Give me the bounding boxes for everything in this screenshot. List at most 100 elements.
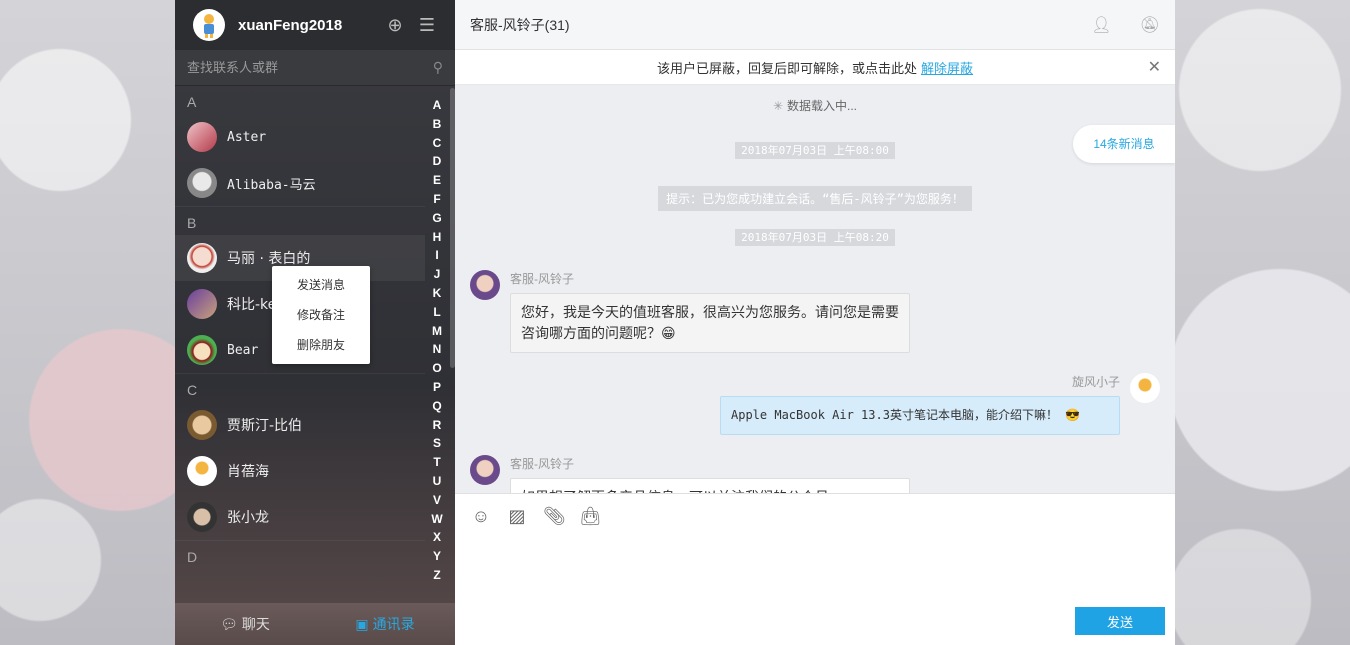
alphabet-letter-w[interactable]: W [431, 510, 442, 529]
alphabet-letter-q[interactable]: Q [432, 397, 441, 416]
contact-avatar [187, 456, 217, 486]
alphabet-letter-b[interactable]: B [433, 115, 442, 134]
send-button[interactable]: 发送 [1075, 607, 1165, 635]
attachment-icon[interactable]: 📎︎ [543, 506, 566, 527]
alphabet-letter-n[interactable]: N [433, 340, 442, 359]
message-bubble[interactable]: Apple MacBook Air 13.3英寸笔记本电脑，能介绍下嘛！ 😎 [720, 396, 1120, 435]
alphabet-letter-j[interactable]: J [434, 265, 441, 284]
alphabet-letter-z[interactable]: Z [433, 566, 440, 585]
alphabet-letter-s[interactable]: S [433, 434, 441, 453]
chat-panel: 客服-风铃子(31) 👤︎ 🔕︎ 该用户已屏蔽，回复后即可解除，或点击此处 解除… [455, 0, 1175, 645]
contact-name: Bear [227, 342, 259, 358]
menu-item-send-message[interactable]: 发送消息 [272, 270, 370, 300]
contact-avatar [187, 410, 217, 440]
sidebar-footer: 💬︎ 聊天 ▣ 通讯录 [175, 603, 455, 645]
alphabet-letter-d[interactable]: D [433, 152, 442, 171]
chat-header: 客服-风铃子(31) 👤︎ 🔕︎ [455, 0, 1175, 50]
alphabet-letter-x[interactable]: X [433, 528, 441, 547]
contact-name: 科比-ke [227, 297, 277, 313]
image-icon[interactable]: ▨ [507, 506, 527, 527]
contact-item[interactable]: Aster [175, 114, 425, 160]
message-bubble[interactable]: 如果想了解更多产品信息，可以关注我们的公众号 [510, 478, 910, 493]
alphabet-letter-u[interactable]: U [433, 472, 442, 491]
contact-name: Aster [227, 129, 267, 145]
alphabet-letter-c[interactable]: C [433, 134, 442, 153]
tab-chat[interactable]: 💬︎ 聊天 [175, 603, 315, 645]
group-letter-b: B [187, 215, 197, 231]
agent-avatar[interactable] [470, 455, 500, 485]
alphabet-letter-v[interactable]: V [433, 491, 441, 510]
alphabet-letter-a[interactable]: A [433, 96, 442, 115]
my-avatar[interactable] [1130, 373, 1160, 403]
sender-name: 客服-风铃子 [510, 272, 574, 286]
alphabet-letter-p[interactable]: P [433, 378, 441, 397]
alphabet-letter-h[interactable]: H [433, 228, 442, 247]
tab-contacts[interactable]: ▣ 通讯录 [315, 603, 455, 645]
group-letter-a: A [187, 94, 197, 110]
add-user-icon[interactable]: 👤︎ [1091, 15, 1111, 35]
agent-avatar[interactable] [470, 270, 500, 300]
alphabet-letter-i[interactable]: I [435, 246, 438, 265]
alphabet-letter-l[interactable]: L [433, 303, 440, 322]
notice-text: 该用户已屏蔽，回复后即可解除，或点击此处 [656, 60, 917, 76]
alphabet-letter-f[interactable]: F [433, 190, 440, 209]
contact-name: 肖蓓海 [227, 464, 269, 480]
alphabet-letter-y[interactable]: Y [433, 547, 441, 566]
contact-name: 马丽 · 表白的 [227, 251, 311, 267]
blocked-notice: 该用户已屏蔽，回复后即可解除，或点击此处 解除屏蔽 ✕ [455, 50, 1175, 85]
timestamp-text: 2018年07月03日 上午08:00 [735, 142, 895, 159]
system-tip: 提示：已为您成功建立会话。“售后-风铃子”为您服务！ [455, 186, 1175, 211]
contact-item[interactable]: Alibaba-马云 [175, 160, 425, 206]
alphabet-letter-e[interactable]: E [433, 171, 441, 190]
username: xuanFeng2018 [238, 16, 343, 34]
alphabet-letter-t[interactable]: T [433, 453, 440, 472]
new-messages-button[interactable]: 14条新消息 [1073, 125, 1175, 163]
unblock-link[interactable]: 解除屏蔽 [921, 58, 973, 77]
emoji-icon[interactable]: ☺ [471, 506, 491, 527]
search-bar: ⚲ [175, 50, 455, 86]
alphabet-letter-m[interactable]: M [432, 322, 442, 341]
sender-name: 客服-风铃子 [510, 457, 574, 471]
alphabet-letter-k[interactable]: K [433, 284, 442, 303]
composer: ☺ ▨ 📎︎ 👜︎ 发送 [455, 493, 1175, 645]
list-icon[interactable]: ☰ [417, 15, 437, 36]
message-incoming: 客服-风铃子 您好，我是今天的值班客服，很高兴为您服务。请问您是需要咨询哪方面的… [470, 270, 910, 353]
user-avatar[interactable] [193, 9, 225, 41]
system-tip-text: 提示：已为您成功建立会话。“售后-风铃子”为您服务！ [658, 186, 972, 211]
mute-bell-icon[interactable]: 🔕︎ [1140, 15, 1160, 35]
contact-name: 张小龙 [227, 510, 269, 526]
timestamp: 2018年07月03日 上午08:00 [455, 142, 1175, 159]
tab-chat-label: 聊天 [241, 616, 270, 632]
plus-circle-icon[interactable]: ⊕ [385, 15, 405, 36]
contact-item[interactable]: 肖蓓海 [175, 448, 425, 494]
message-bubble[interactable]: 您好，我是今天的值班客服，很高兴为您服务。请问您是需要咨询哪方面的问题呢？😁 [510, 293, 910, 353]
contact-name: Alibaba-马云 [227, 177, 316, 193]
alphabet-letter-r[interactable]: R [433, 416, 442, 435]
contact-avatar [187, 335, 217, 365]
loading-text: 数据载入中... [787, 99, 858, 113]
contact-item[interactable]: 贾斯汀-比伯 [175, 402, 425, 448]
close-icon[interactable]: ✕ [1148, 57, 1161, 77]
menu-item-edit-remark[interactable]: 修改备注 [272, 300, 370, 330]
contact-avatar [187, 122, 217, 152]
message-area[interactable]: ✳ 数据载入中... 14条新消息 2018年07月03日 上午08:00 提示：… [455, 85, 1175, 493]
contact-avatar [187, 243, 217, 273]
contact-avatar [187, 289, 217, 319]
shopping-bag-icon[interactable]: 👜︎ [579, 506, 602, 527]
spinner-icon: ✳ [772, 99, 784, 113]
alphabet-letter-o[interactable]: O [432, 359, 441, 378]
contact-name: 贾斯汀-比伯 [227, 418, 303, 434]
sidebar-header: xuanFeng2018 ⊕ ☰ [175, 0, 455, 50]
timestamp-text: 2018年07月03日 上午08:20 [735, 229, 895, 246]
search-icon[interactable]: ⚲ [433, 59, 443, 76]
composer-toolbar: ☺ ▨ 📎︎ 👜︎ [455, 494, 1175, 539]
sender-name: 旋风小子 [1071, 375, 1120, 389]
alphabet-letter-g[interactable]: G [432, 209, 441, 228]
search-input[interactable] [187, 60, 433, 75]
message-outgoing: 旋风小子 Apple MacBook Air 13.3英寸笔记本电脑，能介绍下嘛… [720, 373, 1160, 435]
contact-item[interactable]: 张小龙 [175, 494, 425, 540]
menu-item-delete-friend[interactable]: 删除朋友 [272, 330, 370, 360]
chat-title: 客服-风铃子(31) [470, 16, 570, 33]
contact-avatar [187, 502, 217, 532]
contacts-book-icon: ▣ [355, 615, 369, 632]
